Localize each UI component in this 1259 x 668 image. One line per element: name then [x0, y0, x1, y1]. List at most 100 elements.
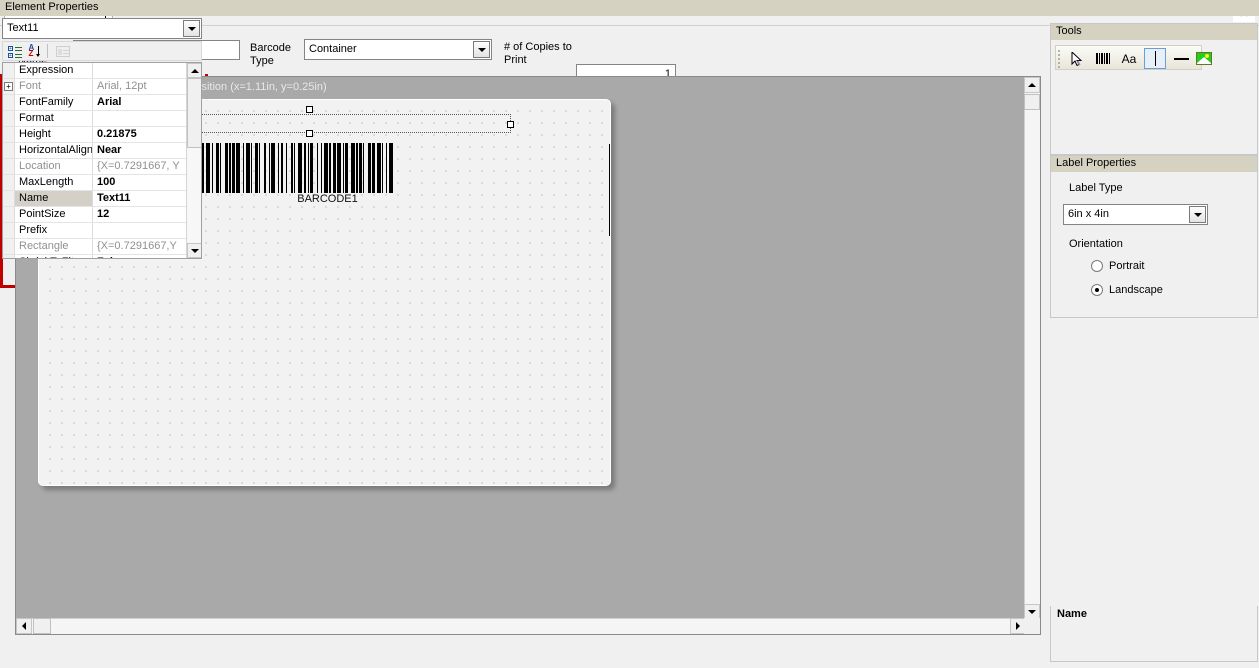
property-value[interactable]: 12 [93, 207, 201, 222]
radio-landscape[interactable]: Landscape [1091, 284, 1163, 296]
property-row[interactable]: Height 0.21875 [3, 127, 201, 143]
property-row-gutter [3, 223, 15, 238]
grid-scroll-down-button[interactable] [187, 243, 201, 258]
property-pages-icon[interactable] [53, 43, 73, 60]
barcode-bar [242, 143, 245, 193]
barcode-bar [298, 143, 303, 193]
property-row[interactable]: PointSize 12 [3, 207, 201, 223]
grid-scroll-up-button[interactable] [187, 63, 201, 78]
property-row[interactable]: MaxLength 100 [3, 175, 201, 191]
element-properties-panel: Element Properties Text11 + + AZ Express… [0, 0, 1259, 288]
property-name: Name [15, 191, 93, 206]
resize-handle-right[interactable] [507, 121, 514, 128]
property-row[interactable]: Location {X=0.7291667, Y [3, 159, 201, 175]
property-row-gutter [3, 239, 15, 254]
property-row-gutter [3, 111, 15, 126]
property-name: Font [15, 79, 93, 94]
property-value[interactable]: 0.21875 [93, 127, 201, 142]
property-row[interactable]: + Font Arial, 12pt [3, 79, 201, 95]
grid-scroll-thumb[interactable] [187, 78, 201, 148]
element-selector-value: Text11 [7, 22, 39, 34]
radio-portrait[interactable]: Portrait [1091, 260, 1144, 272]
resize-handle-top[interactable] [306, 106, 313, 113]
property-grid-toolbar: + + AZ [2, 41, 202, 61]
expand-icon[interactable]: + [4, 82, 13, 91]
property-row[interactable]: HorizontalAlign Near [3, 143, 201, 159]
property-row-gutter [3, 255, 15, 258]
property-value[interactable]: 100 [93, 175, 201, 190]
property-row-gutter: + [3, 79, 15, 94]
property-value[interactable]: Arial, 12pt [93, 79, 201, 94]
canvas-horizontal-scrollbar[interactable] [16, 618, 1026, 634]
barcode-bar [388, 143, 393, 193]
property-grid[interactable]: Expression + Font Arial, 12pt FontFamily Aria… [2, 62, 202, 259]
resize-handle-bottom[interactable] [306, 130, 313, 137]
image-icon[interactable] [1193, 48, 1215, 69]
barcode-bar [381, 143, 384, 193]
property-row[interactable]: FontFamily Arial [3, 95, 201, 111]
vertical-line-icon[interactable] [1144, 48, 1166, 69]
vertical-line-element[interactable] [609, 144, 610, 236]
property-row[interactable]: ShrinkToFitFalse [3, 255, 201, 258]
horizontal-line-icon[interactable] [1170, 48, 1192, 69]
barcode-type-select[interactable]: Container [304, 39, 492, 60]
barcode-bar [317, 143, 319, 193]
property-row-gutter [3, 63, 15, 78]
property-row[interactable]: Prefix [3, 223, 201, 239]
chevron-down-icon[interactable] [473, 41, 490, 58]
element-selector-combo[interactable]: Text11 [2, 18, 202, 39]
label-type-caption: Label Type [1069, 182, 1123, 194]
categorized-view-icon[interactable]: + + [5, 43, 25, 60]
vertical-scroll-thumb[interactable] [1024, 94, 1040, 110]
barcode-icon[interactable] [1092, 48, 1114, 69]
canvas-vertical-scrollbar[interactable] [1024, 77, 1040, 620]
property-name: Height [15, 127, 93, 142]
property-value[interactable]: {X=0.7291667,Y [93, 239, 201, 254]
label-properties-panel: Label Properties Label Type 6in x 4in Or… [1050, 155, 1258, 318]
property-value[interactable]: {X=0.7291667, Y [93, 159, 201, 174]
text-icon-label: Aa [1121, 51, 1137, 66]
barcode-bar [342, 143, 345, 193]
toolbar-drag-handle[interactable] [1058, 50, 1061, 68]
element-properties-header: Element Properties [0, 0, 1259, 16]
property-row[interactable]: Expression [3, 63, 201, 79]
property-row-gutter [3, 159, 15, 174]
scroll-left-button[interactable] [16, 618, 32, 634]
property-value[interactable] [93, 111, 201, 126]
barcode-bar [277, 143, 280, 193]
property-row-gutter [3, 207, 15, 222]
text-icon[interactable]: Aa [1118, 48, 1140, 69]
property-value[interactable]: False [93, 255, 201, 258]
scrollbar-corner [1024, 618, 1040, 634]
property-value[interactable]: Arial [93, 95, 201, 110]
chevron-down-icon[interactable] [183, 20, 200, 37]
barcode-bar [350, 143, 355, 193]
label-type-select[interactable]: 6in x 4in [1063, 204, 1208, 225]
property-value[interactable] [93, 63, 201, 78]
orientation-caption: Orientation [1069, 238, 1123, 250]
property-name: FontFamily [15, 95, 93, 110]
scroll-up-button[interactable] [1024, 77, 1040, 93]
property-value[interactable] [93, 223, 201, 238]
barcode-bar [345, 143, 349, 193]
property-row[interactable]: Name Text11 [3, 191, 201, 207]
property-value[interactable]: Text11 [93, 191, 201, 206]
property-description-pane: Name [1050, 606, 1258, 662]
barcode-bar [372, 143, 376, 193]
barcode-bar [385, 143, 388, 193]
barcode-bar [321, 143, 323, 193]
horizontal-scroll-thumb[interactable] [33, 618, 51, 634]
barcode-bar [303, 143, 307, 193]
property-value[interactable]: Near [93, 143, 201, 158]
pointer-icon[interactable] [1066, 48, 1088, 69]
chevron-down-icon[interactable] [1189, 206, 1206, 223]
radio-landscape-indicator[interactable] [1091, 284, 1103, 296]
barcode-bar [268, 143, 270, 193]
property-grid-scrollbar[interactable] [186, 63, 201, 258]
barcode-bar [294, 143, 296, 193]
radio-portrait-indicator[interactable] [1091, 260, 1103, 272]
barcode-bar [255, 143, 258, 193]
alphabetical-sort-icon[interactable]: AZ [26, 43, 46, 60]
property-row[interactable]: Format [3, 111, 201, 127]
property-row[interactable]: Rectangle {X=0.7291667,Y [3, 239, 201, 255]
